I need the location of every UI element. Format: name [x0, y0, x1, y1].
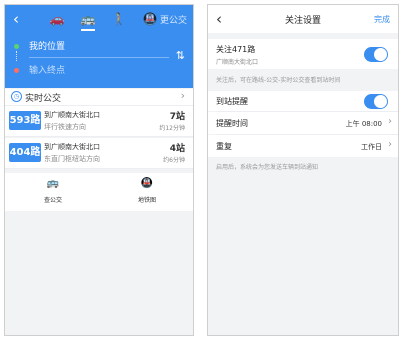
subway-map-icon: 🚇 — [140, 178, 154, 189]
subway-map-button[interactable]: 🚇 地铁图 — [117, 177, 177, 204]
walk-icon[interactable]: 🚶 — [111, 11, 127, 27]
arrival-reminder-toggle[interactable] — [364, 94, 388, 109]
location-divider — [29, 57, 169, 58]
destination-input[interactable]: 输入终点 — [5, 61, 193, 81]
bus-icon[interactable]: 🚌 — [80, 11, 96, 27]
end-dot-icon — [14, 68, 19, 73]
chevron-right-icon: › — [388, 139, 392, 150]
route-eta: 约12分钟 — [159, 125, 185, 132]
route-stops: 7站 — [169, 112, 185, 122]
route-search-header: ‹ 🚗 🚌 🚶 🚇 更公交 我的位置 输入终点 ⇅ — [5, 5, 193, 88]
route-destination: 到广顺南大街北口 — [44, 143, 100, 151]
repeat-hint: 启用后，系统会为您发送车辆到站通知 — [216, 164, 319, 171]
route-destination: 到广顺南大街北口 — [44, 111, 100, 119]
quick-tools: 🚌 查公交 🚇 地铁图 — [5, 173, 193, 211]
start-location-field[interactable]: 我的位置 — [5, 37, 193, 57]
realtime-title: 实时公交 — [25, 94, 62, 104]
check-bus-label: 查公交 — [43, 197, 62, 204]
swap-locations-icon[interactable]: ⇅ — [176, 49, 185, 62]
follow-toggle[interactable] — [364, 47, 388, 62]
route-direction: 坪行铁速方向 — [44, 123, 86, 131]
route-eta: 约6分钟 — [163, 157, 185, 164]
follow-hint: 关注后，可在路线-公交-实时公交查看到站时间 — [216, 77, 341, 84]
back-chevron-left-icon[interactable]: ‹ — [13, 11, 19, 27]
clock-icon: ◷ — [11, 91, 22, 102]
route-number-badge: 404路 — [9, 143, 41, 162]
page-title: 关注设置 — [284, 16, 321, 26]
repeat-row[interactable]: 重复 工作日 › — [208, 135, 398, 157]
arrival-reminder-row: 到站提醒 — [208, 91, 398, 111]
transport-mode-bar: ‹ 🚗 🚌 🚶 🚇 更公交 — [5, 5, 193, 33]
arrival-reminder-label: 到站提醒 — [216, 97, 248, 106]
follow-settings-screen: ‹ 关注设置 完成 关注471路 广顺南大街北口 关注后，可在路线-公交-实时公… — [207, 4, 399, 336]
route-stops: 4站 — [169, 144, 185, 154]
follow-route-title: 关注471路 — [216, 45, 256, 54]
subway-icon[interactable]: 🚇 — [142, 11, 158, 27]
repeat-label: 重复 — [216, 142, 232, 151]
route-item-404[interactable]: 404路 到广顺南大街北口 东直门枢纽站方向 4站 约6分钟 — [5, 138, 193, 169]
car-icon[interactable]: 🚗 — [49, 11, 65, 27]
start-location-label: 我的位置 — [29, 42, 66, 52]
realtime-bus-header[interactable]: ◷ 实时公交 › — [5, 89, 193, 106]
remind-time-row[interactable]: 提醒时间 上午 08:00 › — [208, 112, 398, 134]
remind-time-value: 上午 08:00 — [345, 120, 382, 128]
route-direction: 东直门枢纽站方向 — [44, 155, 100, 163]
route-dots — [16, 51, 18, 61]
chevron-right-icon: › — [180, 89, 185, 102]
more-mode-link[interactable]: 更公交 — [160, 13, 187, 26]
subway-map-label: 地铁图 — [137, 197, 156, 204]
chevron-right-icon: › — [388, 116, 392, 127]
start-dot-icon — [14, 44, 19, 49]
done-button[interactable]: 完成 — [374, 14, 390, 25]
bus-route-screen: ‹ 🚗 🚌 🚶 🚇 更公交 我的位置 输入终点 ⇅ ◷ 实时公交 › 593路 … — [4, 4, 194, 336]
destination-placeholder: 输入终点 — [29, 66, 66, 76]
follow-route-row: 关注471路 广顺南大街北口 — [208, 39, 398, 69]
check-bus-button[interactable]: 🚌 查公交 — [23, 177, 83, 204]
follow-route-stop: 广顺南大街北口 — [216, 59, 259, 66]
remind-time-label: 提醒时间 — [216, 119, 248, 128]
active-mode-indicator — [81, 29, 95, 31]
repeat-value: 工作日 — [361, 143, 382, 151]
settings-header: ‹ 关注设置 完成 — [208, 5, 398, 33]
route-item-593[interactable]: 593路 到广顺南大街北口 坪行铁速方向 7站 约12分钟 — [5, 106, 193, 137]
route-number-badge: 593路 — [9, 111, 41, 130]
bus-search-icon: 🚌 — [46, 178, 60, 189]
